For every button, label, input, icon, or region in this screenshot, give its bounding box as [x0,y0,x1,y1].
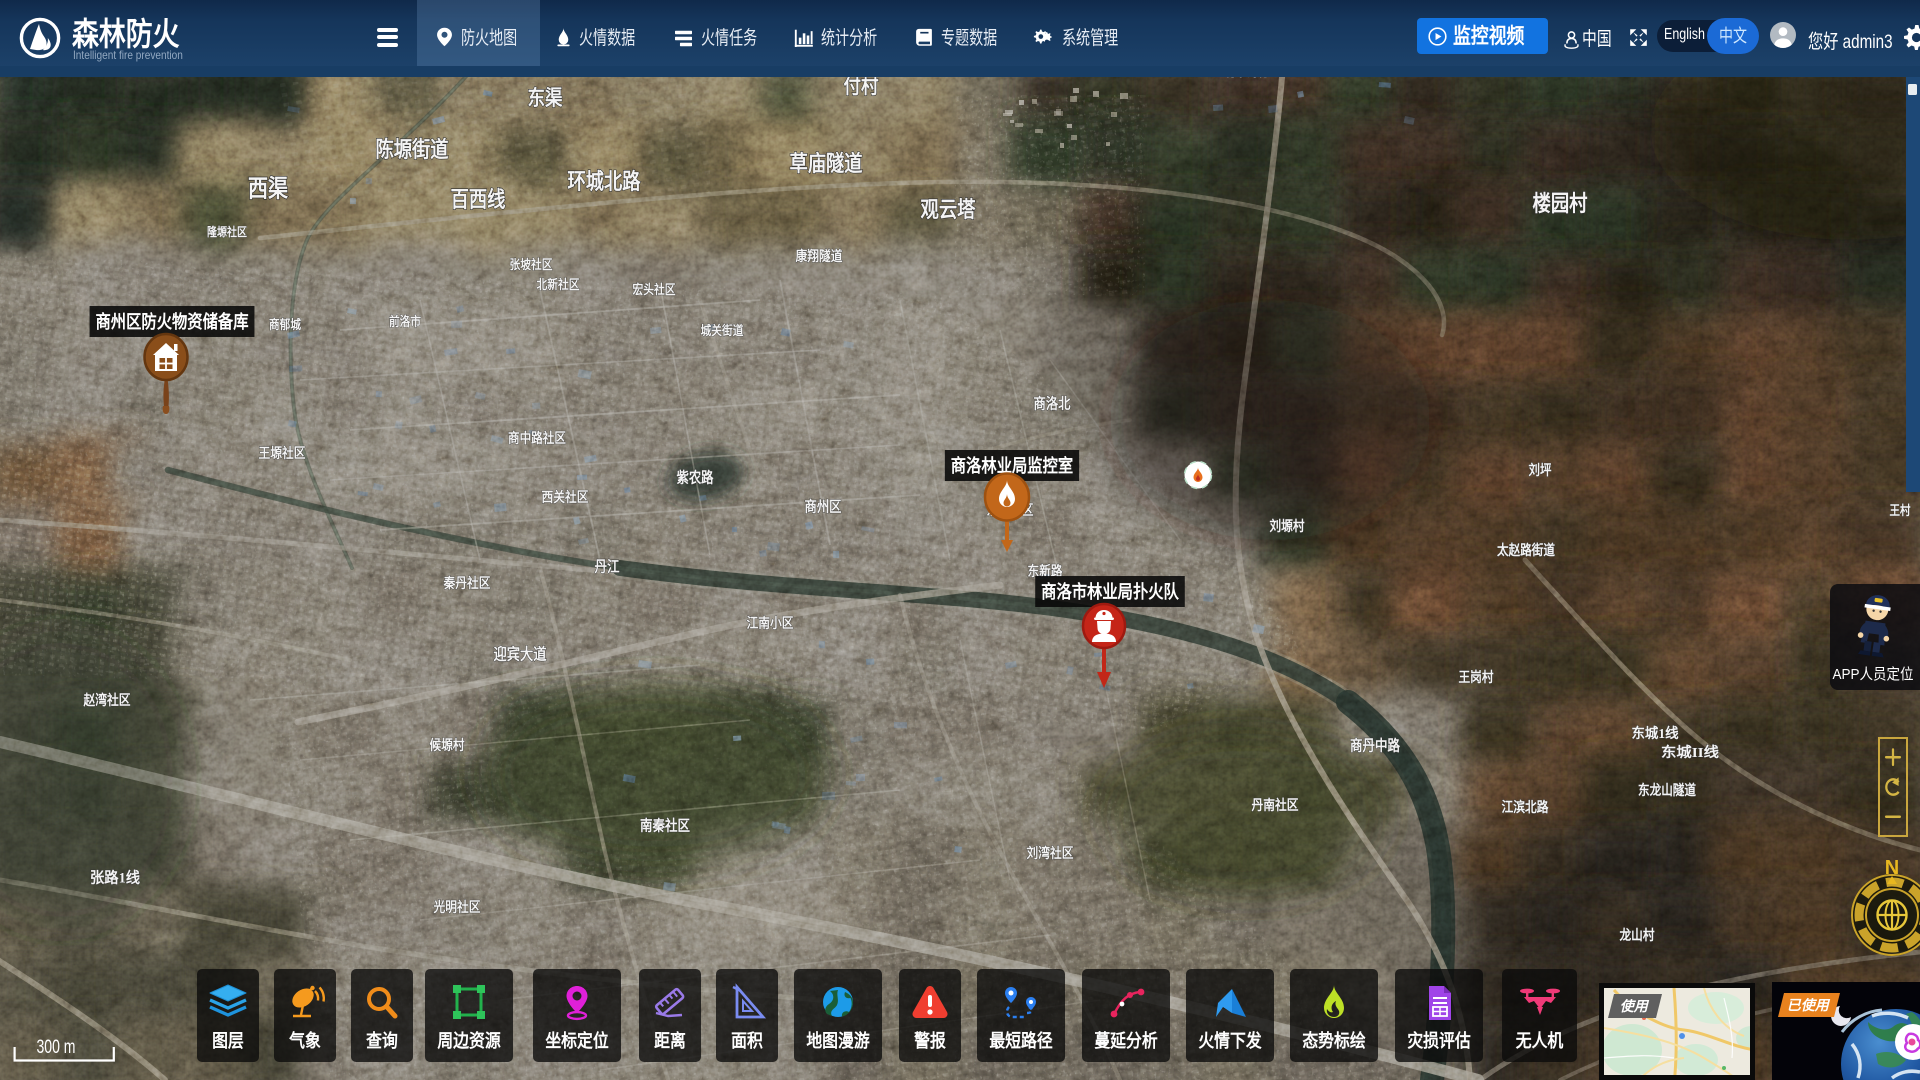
svg-text:江南小区: 江南小区 [747,615,794,632]
svg-text:江滨北路: 江滨北路 [1502,799,1550,816]
svg-text:东渠: 东渠 [528,86,563,110]
svg-text:商郁城: 商郁城 [269,317,301,332]
svg-text:西渠: 西渠 [248,175,288,203]
svg-text:太赵路街道: 太赵路街道 [1497,542,1555,559]
svg-text:草庙隧道: 草庙隧道 [790,151,863,176]
svg-text:东龙山隧道: 东龙山隧道 [1638,782,1696,799]
svg-text:迎宾大道: 迎宾大道 [494,645,547,664]
svg-text:商洛北: 商洛北 [1034,394,1071,412]
svg-text:张路1线: 张路1线 [90,868,140,886]
svg-text:王岗村: 王岗村 [1459,669,1494,686]
svg-text:南秦社区: 南秦社区 [640,816,690,834]
svg-text:商中路社区: 商中路社区 [508,430,566,447]
svg-text:丹江: 丹江 [595,557,620,575]
svg-text:楼园村: 楼园村 [1533,191,1588,216]
svg-text:付村: 付村 [844,74,879,98]
svg-text:宏头社区: 宏头社区 [633,282,676,297]
svg-text:刘塬村: 刘塬村 [1270,518,1305,535]
svg-text:前洛市: 前洛市 [389,314,421,329]
svg-text:北新社区: 北新社区 [537,277,580,292]
svg-text:紫农路: 紫农路 [677,468,715,486]
svg-text:商丹中路: 商丹中路 [1350,736,1401,754]
svg-text:商州区: 商州区 [805,497,842,515]
svg-text:秦丹社区: 秦丹社区 [443,575,491,592]
svg-text:赵湾社区: 赵湾社区 [83,692,131,709]
svg-text:西关社区: 西关社区 [542,489,589,506]
svg-text:刘坪: 刘坪 [1529,462,1552,479]
svg-text:城关街道: 城关街道 [701,323,744,338]
svg-text:观云塔: 观云塔 [921,197,977,222]
svg-text:刘湾社区: 刘湾社区 [1027,845,1074,862]
svg-text:300 m: 300 m [37,1037,76,1058]
svg-text:东城1线: 东城1线 [1632,725,1679,742]
svg-text:光明社区: 光明社区 [433,899,481,916]
svg-text:候塬村: 候塬村 [430,737,465,754]
svg-text:百西线: 百西线 [451,187,506,212]
svg-text:龙山村: 龙山村 [1619,927,1655,944]
svg-text:陈塬街道: 陈塬街道 [376,137,449,162]
svg-text:张坡社区: 张坡社区 [510,257,553,272]
svg-text:王村: 王村 [1890,503,1911,518]
svg-text:环城北路: 环城北路 [568,169,642,194]
svg-text:康翔隧道: 康翔隧道 [796,248,843,265]
svg-text:丹南社区: 丹南社区 [1252,797,1299,814]
svg-text:王塬社区: 王塬社区 [259,445,306,462]
svg-text:东城II线: 东城II线 [1661,744,1719,761]
svg-text:隆塬社区: 隆塬社区 [207,224,247,239]
